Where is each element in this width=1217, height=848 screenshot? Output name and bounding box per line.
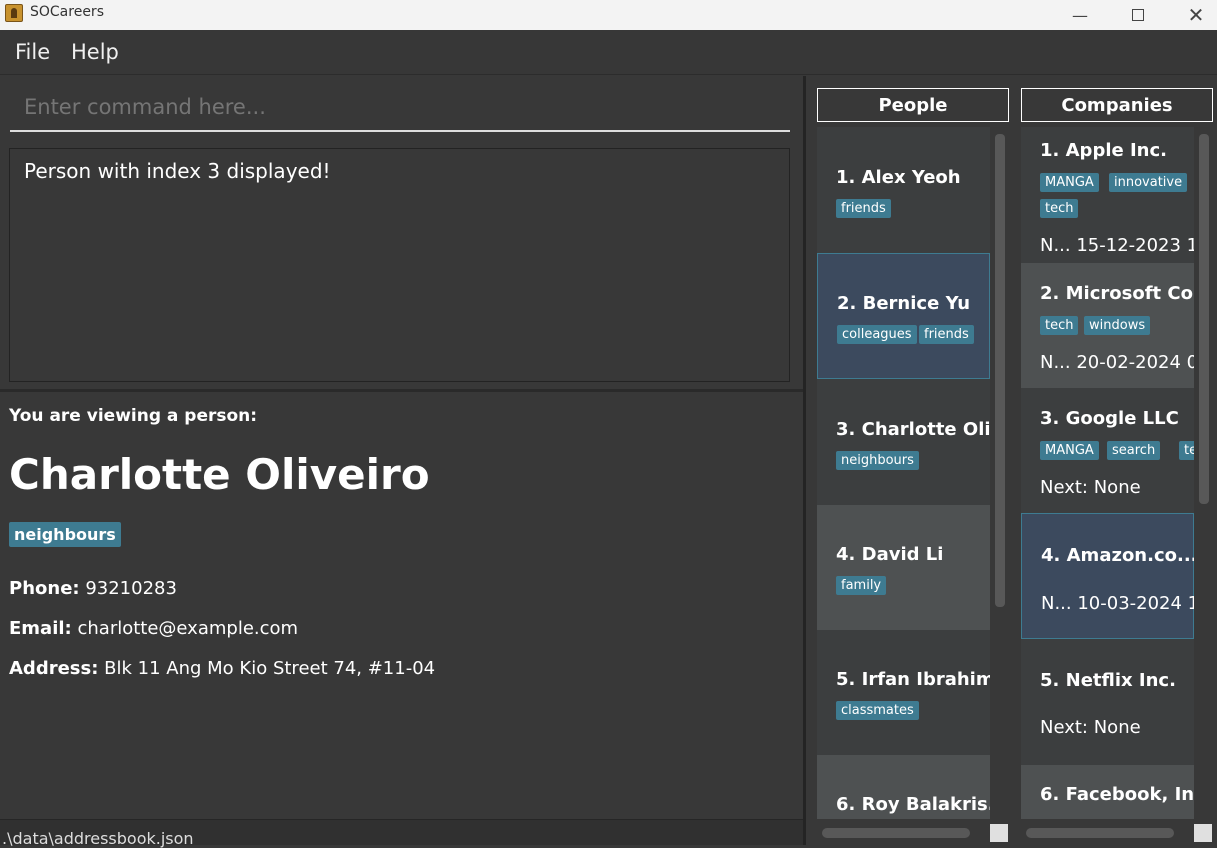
- command-box: [10, 84, 790, 132]
- company-card-title: 1. Apple Inc.: [1040, 140, 1167, 161]
- people-header: People: [817, 88, 1009, 122]
- window-title: SOCareers: [30, 4, 104, 20]
- app-icon: [5, 4, 23, 22]
- person-card-tag: neighbours: [836, 451, 919, 470]
- email-label: Email:: [9, 618, 72, 639]
- person-card-tag: friends: [919, 325, 974, 344]
- company-card-tag: tech: [1040, 316, 1079, 335]
- people-hscroll-thumb[interactable]: [822, 828, 970, 838]
- person-card[interactable]: 6. Roy Balakris...: [817, 755, 990, 819]
- companies-vscroll-thumb[interactable]: [1199, 134, 1209, 504]
- viewing-label: You are viewing a person:: [9, 406, 258, 426]
- people-scroll-corner: [990, 824, 1008, 842]
- company-card-tag: tech: [1040, 199, 1079, 218]
- person-card-tag: friends: [836, 199, 891, 218]
- close-button[interactable]: ✕: [1167, 0, 1217, 30]
- menu-help[interactable]: Help: [71, 40, 119, 64]
- company-card[interactable]: 1. Apple Inc. MANGA innovative tech N...…: [1021, 127, 1194, 263]
- person-card-title: 1. Alex Yeoh: [836, 167, 961, 188]
- company-card-next: N... 20-02-2024 0...: [1040, 352, 1194, 373]
- company-card-next: Next: None: [1040, 717, 1141, 738]
- person-card-tag: classmates: [836, 701, 919, 720]
- person-card[interactable]: 5. Irfan Ibrahim classmates: [817, 630, 990, 755]
- company-card[interactable]: 3. Google LLC MANGA search tech Next: No…: [1021, 388, 1194, 513]
- company-card-title: 2. Microsoft Co...: [1040, 283, 1194, 304]
- minimize-icon: —: [1072, 5, 1088, 25]
- phone-label: Phone:: [9, 578, 80, 599]
- person-detail-panel: You are viewing a person: Charlotte Oliv…: [9, 406, 789, 679]
- company-card[interactable]: 6. Facebook, Inc.: [1021, 765, 1194, 819]
- companies-list: 1. Apple Inc. MANGA innovative tech N...…: [1021, 127, 1194, 819]
- command-input[interactable]: [24, 95, 764, 119]
- address-row: Address: Blk 11 Ang Mo Kio Street 74, #1…: [9, 658, 435, 679]
- company-card-tag: tech: [1179, 441, 1194, 460]
- people-vscroll-thumb[interactable]: [995, 134, 1005, 607]
- menu-file[interactable]: File: [15, 40, 50, 64]
- company-card-title: 4. Amazon.co...: [1041, 545, 1194, 566]
- email-value: charlotte@example.com: [77, 618, 299, 639]
- company-card-title: 5. Netflix Inc.: [1040, 670, 1176, 691]
- person-card-title: 4. David Li: [836, 544, 944, 565]
- company-card[interactable]: 5. Netflix Inc. Next: None: [1021, 639, 1194, 765]
- phone-row: Phone: 93210283: [9, 578, 177, 599]
- company-card-title: 3. Google LLC: [1040, 408, 1179, 429]
- companies-scroll-corner: [1194, 824, 1212, 842]
- person-name: Charlotte Oliveiro: [9, 450, 430, 499]
- company-card-next: Next: None: [1040, 477, 1141, 498]
- title-bar: SOCareers — ✕: [0, 0, 1217, 30]
- company-card-tag: search: [1107, 441, 1161, 460]
- address-value: Blk 11 Ang Mo Kio Street 74, #11-04: [104, 658, 436, 679]
- company-card-tag: innovative: [1109, 173, 1188, 192]
- company-card-selected[interactable]: 4. Amazon.co... N... 10-03-2024 1...: [1021, 513, 1194, 639]
- companies-vscroll[interactable]: [1194, 127, 1213, 819]
- menu-bar: File Help: [0, 30, 1217, 75]
- person-card-tag: family: [836, 576, 887, 595]
- person-card-title: 3. Charlotte Oli...: [836, 419, 990, 440]
- company-card-tag: MANGA: [1040, 441, 1099, 460]
- person-card-title: 2. Bernice Yu: [837, 293, 971, 314]
- person-card[interactable]: 3. Charlotte Oli... neighbours: [817, 379, 990, 505]
- company-card-tag: MANGA: [1040, 173, 1099, 192]
- status-bar: .\data\addressbook.json: [0, 819, 803, 848]
- close-icon: ✕: [1187, 3, 1205, 27]
- address-label: Address:: [9, 658, 99, 679]
- people-list: 1. Alex Yeoh friends 2. Bernice Yu colle…: [817, 127, 990, 819]
- result-display: Person with index 3 displayed!: [9, 148, 790, 382]
- result-text: Person with index 3 displayed!: [24, 159, 331, 183]
- person-card-selected[interactable]: 2. Bernice Yu colleagues friends: [817, 253, 990, 379]
- pane-divider[interactable]: [0, 389, 803, 392]
- person-card[interactable]: 1. Alex Yeoh friends: [817, 127, 990, 253]
- company-card-next: N... 10-03-2024 1...: [1041, 593, 1194, 614]
- main-pane: Person with index 3 displayed! You are v…: [0, 76, 803, 848]
- company-card-next: N... 15-12-2023 1...: [1040, 235, 1194, 256]
- status-path: .\data\addressbook.json: [2, 829, 194, 848]
- company-card-tag: windows: [1084, 316, 1151, 335]
- person-tag: neighbours: [9, 522, 121, 547]
- person-card-title: 5. Irfan Ibrahim: [836, 669, 990, 690]
- phone-value: 93210283: [85, 578, 177, 599]
- maximize-button[interactable]: [1109, 0, 1167, 30]
- email-row: Email: charlotte@example.com: [9, 618, 298, 639]
- people-vscroll[interactable]: [990, 127, 1009, 819]
- minimize-button[interactable]: —: [1051, 0, 1109, 30]
- person-card-title: 6. Roy Balakris...: [836, 794, 990, 815]
- companies-hscroll-thumb[interactable]: [1026, 828, 1174, 838]
- company-card[interactable]: 2. Microsoft Co... tech windows N... 20-…: [1021, 263, 1194, 388]
- person-card[interactable]: 4. David Li family: [817, 505, 990, 630]
- maximize-icon: [1132, 9, 1144, 21]
- person-card-tag: colleagues: [837, 325, 917, 344]
- company-card-title: 6. Facebook, Inc.: [1040, 784, 1194, 805]
- companies-header: Companies: [1021, 88, 1213, 122]
